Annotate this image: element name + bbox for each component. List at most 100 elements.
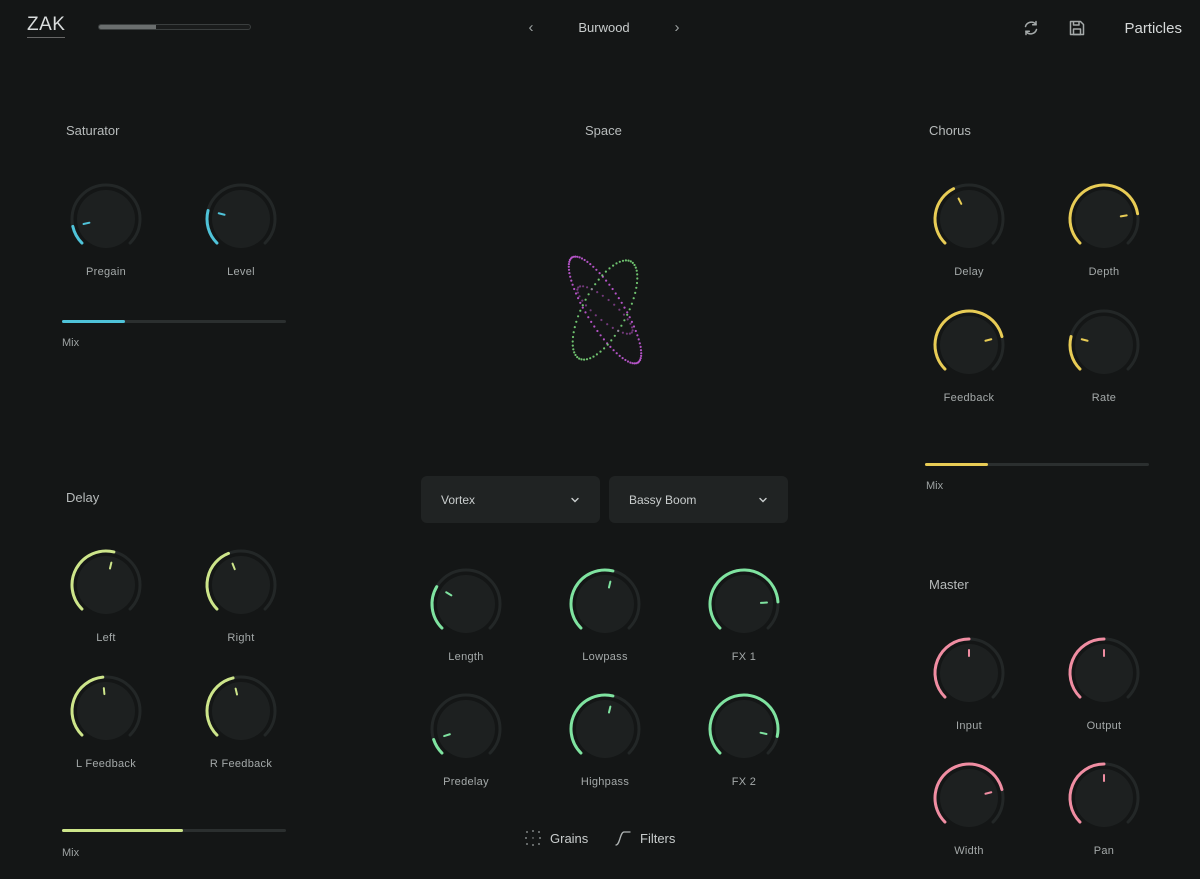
particle-dot	[597, 278, 600, 281]
particle-dot	[578, 295, 581, 298]
knob-dial[interactable]	[429, 692, 503, 766]
particle-dot	[580, 358, 583, 361]
knob-dial[interactable]	[69, 548, 143, 622]
particle-dot	[577, 286, 580, 289]
tab-grains[interactable]: Grains	[524, 829, 588, 847]
knob-label: R Feedback	[209, 758, 273, 770]
knob-dial[interactable]	[707, 567, 781, 641]
knob-dial[interactable]	[932, 761, 1006, 835]
particle-dot	[604, 270, 607, 273]
particle-dot	[568, 260, 571, 263]
particle-dot	[583, 258, 586, 262]
space-algorithm-dropdown[interactable]: Vortex	[421, 476, 600, 523]
knob-dial[interactable]	[932, 636, 1006, 710]
particle-dot	[594, 314, 597, 317]
particle-dot	[628, 316, 631, 319]
pan-knob[interactable]: Pan	[1054, 761, 1154, 857]
fx2-knob[interactable]: FX 2	[694, 692, 794, 788]
particle-dot	[580, 257, 584, 260]
predelay-knob[interactable]: Predelay	[416, 692, 516, 788]
tab-filters[interactable]: Filters	[614, 829, 675, 847]
knob-dial[interactable]	[707, 692, 781, 766]
length-knob[interactable]: Length	[416, 567, 516, 663]
chevron-down-icon	[759, 497, 767, 502]
pregain-knob[interactable]: Pregain	[56, 182, 156, 278]
knob-dial[interactable]	[1067, 182, 1141, 256]
knob-dial[interactable]	[932, 182, 1006, 256]
knob-indicator	[1119, 214, 1128, 218]
save-icon[interactable]	[1067, 18, 1087, 38]
highpass-knob[interactable]: Highpass	[555, 692, 655, 788]
lowpass-knob[interactable]: Lowpass	[555, 567, 655, 663]
particle-dot	[613, 303, 616, 306]
knob-dial[interactable]	[429, 567, 503, 641]
knob-dial[interactable]	[69, 674, 143, 748]
chorus-feedback-knob[interactable]: Feedback	[919, 308, 1019, 404]
saturator-mix-slider[interactable]	[62, 320, 286, 323]
particle-dot	[640, 352, 643, 355]
l-feedback-knob[interactable]: L Feedback	[56, 674, 156, 770]
particle-dot	[584, 304, 588, 307]
knob-dial[interactable]	[204, 548, 278, 622]
particle-dot	[609, 345, 612, 348]
output-knob[interactable]: Output	[1054, 636, 1154, 732]
particle-dot	[630, 320, 633, 323]
input-knob[interactable]: Input	[919, 636, 1019, 732]
knob-label: Lowpass	[582, 651, 628, 663]
right-knob[interactable]: Right	[191, 548, 291, 644]
delay-title: Delay	[66, 490, 100, 505]
particle-dot	[576, 291, 579, 294]
particle-dot	[618, 308, 621, 311]
rate-knob[interactable]: Rate	[1054, 308, 1154, 404]
level-knob[interactable]: Level	[191, 182, 291, 278]
particle-dot	[631, 326, 634, 329]
particle-dot	[626, 313, 629, 316]
knob-dial[interactable]	[1067, 636, 1141, 710]
particle-dot	[617, 329, 620, 332]
particle-dot	[575, 320, 578, 323]
particle-dot	[608, 267, 611, 270]
particle-dot	[623, 319, 626, 322]
particle-dot	[589, 263, 592, 266]
particle-dot	[587, 293, 590, 296]
knob-body	[212, 190, 270, 248]
knob-dial[interactable]	[1067, 308, 1141, 382]
knob-body	[715, 575, 773, 633]
knob-dial[interactable]	[568, 567, 642, 641]
tab-label: Grains	[550, 830, 589, 846]
space-preset-dropdown[interactable]: Bassy Boom	[609, 476, 788, 523]
knob-label: Right	[227, 632, 255, 644]
particle-dot	[567, 263, 570, 266]
chorus-delay-knob[interactable]: Delay	[919, 182, 1019, 278]
particle-dot	[573, 287, 576, 291]
preset-name[interactable]: Burwood	[555, 20, 653, 35]
width-knob[interactable]: Width	[919, 761, 1019, 857]
knob-dial[interactable]	[568, 692, 642, 766]
dropdown-value: Bassy Boom	[629, 492, 697, 507]
next-preset-button[interactable]: ›	[667, 18, 687, 38]
knob-label: Rate	[1091, 392, 1117, 404]
knob-dial[interactable]	[1067, 761, 1141, 835]
particle-dot	[620, 324, 623, 327]
chorus-mix-slider[interactable]	[925, 463, 1149, 466]
particle-dot	[631, 329, 634, 332]
particle-dot	[615, 352, 618, 355]
particle-dot	[626, 311, 629, 314]
knob-body	[940, 316, 998, 374]
particle-dot	[581, 306, 584, 309]
knob-dial[interactable]	[204, 182, 278, 256]
knob-dial[interactable]	[204, 674, 278, 748]
prev-preset-button[interactable]: ‹	[521, 18, 541, 38]
particle-dot	[600, 318, 603, 322]
refresh-icon[interactable]	[1021, 18, 1041, 38]
fx1-knob[interactable]: FX 1	[694, 567, 794, 663]
depth-knob[interactable]: Depth	[1054, 182, 1154, 278]
r-feedback-knob[interactable]: R Feedback	[191, 674, 291, 770]
knob-dial[interactable]	[932, 308, 1006, 382]
left-knob[interactable]: Left	[56, 548, 156, 644]
particle-dot	[610, 339, 613, 342]
particle-dot	[571, 335, 575, 339]
knob-dial[interactable]	[69, 182, 143, 256]
particle-dot	[635, 286, 638, 289]
delay-mix-slider[interactable]	[62, 829, 286, 832]
